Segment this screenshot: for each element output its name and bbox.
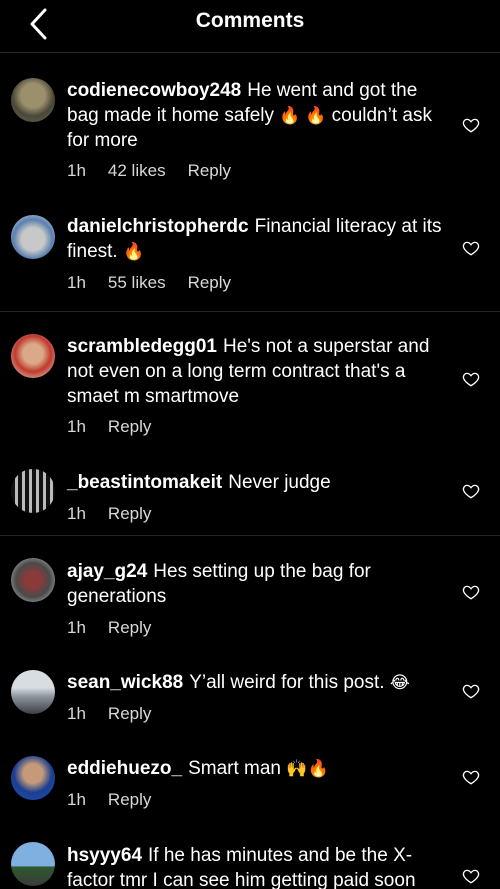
comment-time: 1h bbox=[67, 790, 86, 809]
heart-outline-icon[interactable] bbox=[462, 867, 480, 885]
heart-outline-icon[interactable] bbox=[462, 682, 480, 700]
avatar[interactable] bbox=[11, 334, 55, 378]
comment-text: _beastintomakeit Never judge bbox=[67, 470, 452, 495]
heart-outline-icon[interactable] bbox=[462, 768, 480, 786]
heart-outline-icon[interactable] bbox=[462, 482, 480, 500]
reply-button[interactable]: Reply bbox=[188, 161, 231, 180]
heart-outline-icon[interactable] bbox=[462, 583, 480, 601]
comment-item: danielchristopherdc Financial literacy at… bbox=[0, 200, 500, 310]
avatar[interactable] bbox=[11, 469, 55, 513]
comment-username[interactable]: codienecowboy248 bbox=[67, 80, 241, 101]
comment-body: Y’all weird for this post. bbox=[189, 672, 385, 693]
comment-username[interactable]: scrambledegg01 bbox=[67, 336, 217, 357]
comment-meta: 1h Reply bbox=[67, 618, 173, 638]
avatar[interactable] bbox=[11, 78, 55, 122]
comment-meta: 1h 55 likes Reply bbox=[67, 273, 253, 293]
comment-meta: 1h 42 likes Reply bbox=[67, 161, 253, 181]
comment-text: scrambledegg01 He's not a superstar and n… bbox=[67, 334, 452, 409]
fire-emoji: 🔥 🔥 bbox=[279, 106, 327, 125]
comment-username[interactable]: hsyyy64 bbox=[67, 845, 142, 866]
comment-item: scrambledegg01 He's not a superstar and n… bbox=[0, 312, 500, 452]
comment-item: hsyyy64 If he has minutes and be the X-fa… bbox=[0, 824, 500, 889]
comment-meta: 1h Reply bbox=[67, 790, 173, 810]
comment-item: sean_wick88 Y’all weird for this post. 😂 … bbox=[0, 652, 500, 738]
heart-outline-icon[interactable] bbox=[462, 370, 480, 388]
comment-username[interactable]: eddiehuezo_ bbox=[67, 758, 182, 779]
avatar[interactable] bbox=[11, 558, 55, 602]
comment-meta: 1h Reply bbox=[67, 417, 173, 437]
comment-body: Never judge bbox=[228, 472, 331, 493]
comment-time: 1h bbox=[67, 504, 86, 523]
comment-item: ajay_g24 Hes setting up the bag for gener… bbox=[0, 536, 500, 652]
comment-username[interactable]: _beastintomakeit bbox=[67, 472, 222, 493]
comment-likes[interactable]: 42 likes bbox=[108, 161, 166, 180]
comment-text: codienecowboy248 He went and got the bag … bbox=[67, 78, 452, 153]
comment-username[interactable]: sean_wick88 bbox=[67, 672, 183, 693]
comment-time: 1h bbox=[67, 618, 86, 637]
comment-text: danielchristopherdc Financial literacy at… bbox=[67, 214, 452, 264]
comment-username[interactable]: danielchristopherdc bbox=[67, 216, 249, 237]
comment-item: eddiehuezo_ Smart man 🙌🔥 1h Reply bbox=[0, 738, 500, 824]
reply-button[interactable]: Reply bbox=[108, 704, 151, 723]
comment-meta: 1h Reply bbox=[67, 504, 173, 524]
fire-emoji: 🔥 bbox=[122, 242, 145, 261]
laughing-emoji: 😂 bbox=[389, 673, 410, 692]
avatar[interactable] bbox=[11, 842, 55, 886]
comment-item: codienecowboy248 He went and got the bag … bbox=[0, 53, 500, 180]
reply-button[interactable]: Reply bbox=[108, 790, 151, 809]
avatar[interactable] bbox=[11, 670, 55, 714]
avatar[interactable] bbox=[11, 215, 55, 259]
comment-text: sean_wick88 Y’all weird for this post. 😂 bbox=[67, 670, 452, 695]
heart-outline-icon[interactable] bbox=[462, 116, 480, 134]
comment-time: 1h bbox=[67, 273, 86, 292]
comment-time: 1h bbox=[67, 161, 86, 180]
reply-button[interactable]: Reply bbox=[188, 273, 231, 292]
reply-button[interactable]: Reply bbox=[108, 618, 151, 637]
comment-body: Smart man bbox=[188, 758, 281, 779]
comment-text: ajay_g24 Hes setting up the bag for gener… bbox=[67, 559, 452, 609]
reply-button[interactable]: Reply bbox=[108, 417, 151, 436]
reply-button[interactable]: Reply bbox=[108, 504, 151, 523]
comment-meta: 1h Reply bbox=[67, 704, 173, 724]
page-title: Comments bbox=[195, 9, 305, 32]
comment-time: 1h bbox=[67, 704, 86, 723]
comment-likes[interactable]: 55 likes bbox=[108, 273, 166, 292]
comment-time: 1h bbox=[67, 417, 86, 436]
comment-username[interactable]: ajay_g24 bbox=[67, 561, 147, 582]
top-bar: Comments bbox=[0, 0, 500, 53]
clap-fire-emoji: 🙌🔥 bbox=[286, 759, 329, 778]
comment-text: hsyyy64 If he has minutes and be the X-fa… bbox=[67, 843, 452, 889]
comment-item: _beastintomakeit Never judge 1h Reply bbox=[0, 452, 500, 535]
heart-outline-icon[interactable] bbox=[462, 239, 480, 257]
avatar[interactable] bbox=[11, 756, 55, 800]
comment-text: eddiehuezo_ Smart man 🙌🔥 bbox=[67, 756, 452, 781]
